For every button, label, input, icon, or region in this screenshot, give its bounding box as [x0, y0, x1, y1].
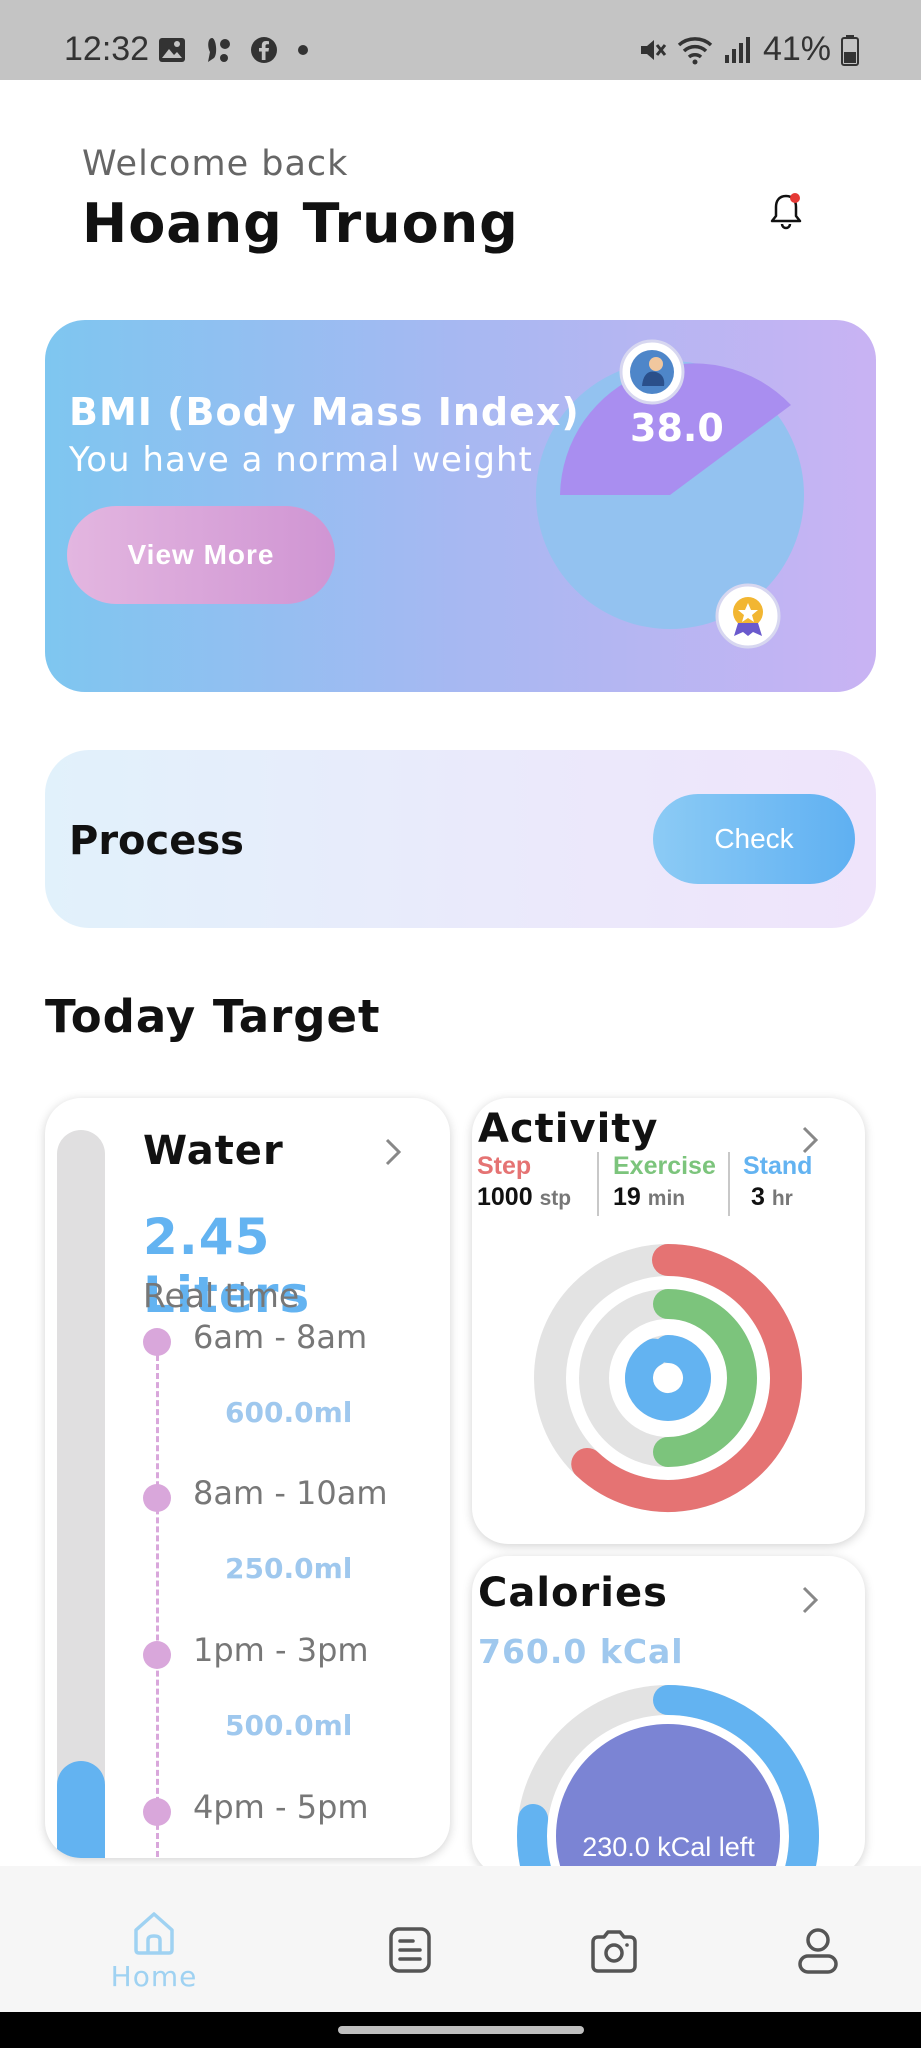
welcome-text: Welcome back: [82, 144, 349, 184]
process-card: Process Check: [45, 750, 876, 928]
water-progress-fill: [57, 1761, 105, 1858]
document-icon: [389, 1927, 431, 1973]
stat-step-unit: stp: [539, 1187, 572, 1210]
notification-bell-icon[interactable]: [764, 190, 808, 234]
home-gesture-handle[interactable]: [338, 2026, 584, 2034]
avatar-badge-icon: [619, 339, 685, 405]
activity-card[interactable]: Activity Step 1000 stp Exercise 19 min S…: [472, 1098, 865, 1544]
signal-icon: [724, 36, 750, 63]
water-realtime-label: Real time: [143, 1276, 300, 1315]
stat-step-label: Step: [477, 1152, 532, 1180]
medal-badge-icon: [715, 583, 781, 649]
timeline-time: 6am - 8am: [193, 1318, 368, 1356]
stand-ring-center: [659, 1369, 677, 1387]
stat-exercise-unit: min: [647, 1187, 686, 1210]
activity-title: Activity: [478, 1106, 659, 1152]
timeline-time: 8am - 10am: [193, 1474, 388, 1512]
user-name: Hoang Truong: [82, 192, 519, 255]
nav-camera[interactable]: [584, 1866, 644, 2012]
nav-profile[interactable]: [788, 1866, 848, 2012]
status-right: 41%: [637, 30, 859, 69]
voicemail-icon: [208, 38, 230, 62]
water-title: Water: [143, 1128, 284, 1174]
profile-icon: [798, 1928, 838, 1974]
stat-stand-value: 3: [751, 1183, 765, 1211]
image-icon: [159, 38, 185, 62]
chevron-right-icon[interactable]: [800, 1584, 820, 1616]
activity-rings-chart: [534, 1244, 802, 1512]
nav-home-label: Home: [110, 1960, 198, 1993]
facebook-icon: [251, 37, 277, 63]
calories-card[interactable]: Calories 760.0 kCal 230.0 kCal left: [472, 1556, 865, 1876]
battery-icon: [841, 34, 859, 66]
status-bar: 12:32 41%: [0, 0, 921, 80]
bmi-subtitle: You have a normal weight: [69, 440, 533, 480]
stat-exercise-label: Exercise: [613, 1152, 716, 1180]
stat-exercise-value: 19: [613, 1183, 641, 1211]
bottom-nav: Home: [0, 1866, 921, 2012]
battery-percent: 41%: [762, 30, 831, 68]
water-card[interactable]: Water 2.45 Liters Real time 6am - 8am 60…: [45, 1098, 450, 1858]
camera-icon: [591, 1930, 637, 1973]
bmi-title: BMI (Body Mass Index): [69, 390, 580, 434]
timeline-dot: [143, 1641, 171, 1669]
timeline-amount: 500.0ml: [225, 1709, 353, 1742]
water-progress-bar: [57, 1130, 105, 1858]
timeline-dot: [143, 1484, 171, 1512]
timeline-time: 1pm - 3pm: [193, 1631, 369, 1669]
timeline-amount: 600.0ml: [225, 1396, 353, 1429]
nav-document[interactable]: [380, 1866, 440, 2012]
timeline-time: 4pm - 5pm: [193, 1788, 369, 1826]
notification-dot: [790, 193, 800, 203]
calories-left: 230.0 kCal left: [582, 1832, 755, 1862]
view-more-button[interactable]: View More: [67, 506, 335, 604]
gesture-bar: [0, 2012, 921, 2048]
timeline-amount: 250.0ml: [225, 1552, 353, 1585]
check-button[interactable]: Check: [653, 794, 855, 884]
home-icon: [134, 1912, 174, 1955]
stat-stand: Stand 3 hr: [743, 1152, 812, 1212]
stat-step: Step 1000 stp: [477, 1152, 571, 1212]
bmi-card: BMI (Body Mass Index) You have a normal …: [45, 320, 876, 692]
today-target-title: Today Target: [45, 990, 381, 1043]
nav-home[interactable]: Home: [98, 1866, 210, 2012]
status-time: 12:32: [64, 30, 150, 68]
process-label: Process: [69, 818, 244, 864]
stat-exercise: Exercise 19 min: [613, 1152, 716, 1212]
stat-divider: [728, 1152, 730, 1216]
calories-value: 760.0 kCal: [478, 1632, 684, 1671]
chevron-right-icon[interactable]: [383, 1136, 403, 1168]
timeline-dot: [143, 1328, 171, 1356]
timeline-line: [156, 1346, 159, 1858]
status-left-icons: [158, 36, 310, 64]
dot-icon: [298, 45, 308, 55]
stat-divider: [597, 1152, 599, 1216]
stat-stand-unit: hr: [771, 1187, 793, 1210]
bmi-value: 38.0: [630, 406, 724, 450]
timeline-dot: [143, 1798, 171, 1826]
stat-step-value: 1000: [477, 1183, 533, 1211]
calories-title: Calories: [478, 1570, 668, 1616]
stat-stand-label: Stand: [743, 1152, 813, 1180]
wifi-icon: [677, 36, 713, 64]
mute-icon: [640, 39, 667, 60]
